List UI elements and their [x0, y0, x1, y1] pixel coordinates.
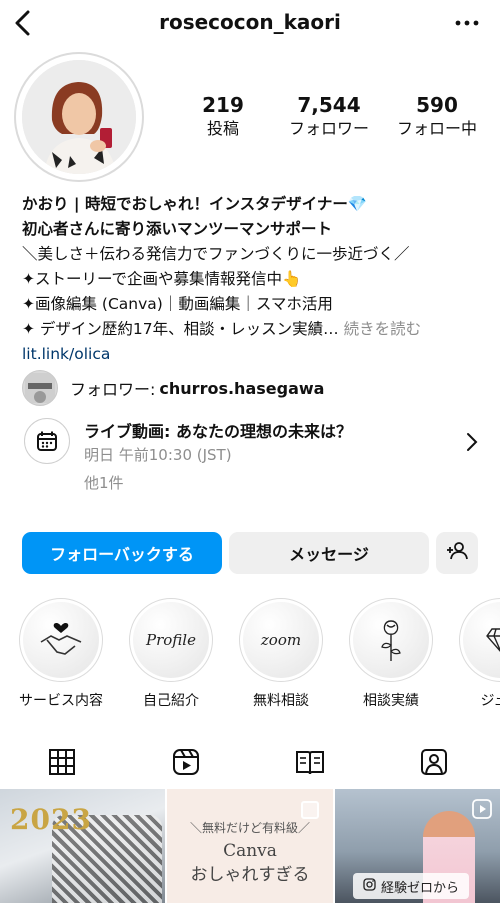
highlight-cover-text: zoom	[243, 602, 319, 678]
followers-stat[interactable]: 7,544 フォロワー	[282, 92, 376, 140]
add-user-icon	[446, 542, 468, 564]
tagged-icon[interactable]	[414, 742, 454, 782]
followed-by[interactable]: フォロワー: churros.hasegawa	[22, 370, 324, 406]
post-caption-text: 経験ゼロから	[381, 880, 460, 896]
profile-username: rosecocon_kaori	[159, 10, 341, 34]
post-thumbnail[interactable]: 経験ゼロから	[335, 789, 500, 903]
bio-link[interactable]: lit.link/olica	[22, 342, 492, 367]
post-title-text: 2023	[10, 803, 92, 836]
post-headline: Canva おしゃれすぎる	[167, 839, 333, 887]
highlight-service[interactable]: サービス内容	[16, 598, 106, 710]
instagram-icon	[363, 877, 376, 895]
follower-avatar	[22, 370, 58, 406]
follow-back-button[interactable]: フォローバックする	[22, 532, 222, 574]
highlight-label: サービス内容	[19, 693, 103, 709]
story-highlights: サービス内容 Profile 自己紹介 zoom 無料相談 相談実績 ジュエ	[0, 598, 500, 718]
post-caption: 経験ゼロから	[353, 873, 470, 899]
post-headline-line-1: Canva	[223, 841, 277, 861]
bio-line-6: ✦ デザイン歴約17年、相談・レッスン実績… 続きを読む	[22, 317, 492, 342]
followers-label: フォロワー	[288, 119, 369, 138]
highlight-cover-text: Profile	[133, 602, 209, 678]
highlight-results[interactable]: 相談実績	[346, 598, 436, 710]
post-headline-line-2: おしゃれすぎる	[190, 865, 310, 885]
handshake-icon	[23, 602, 99, 678]
event-more-count: 他1件	[84, 474, 124, 492]
event-time: 明日 午前10:30 (JST)	[84, 446, 232, 464]
more-options-icon[interactable]	[452, 10, 482, 36]
upcoming-event[interactable]: ライブ動画: あなたの理想の未来は？ 明日 午前10:30 (JST) 他1件	[22, 414, 492, 498]
post-thumbnail[interactable]: ＼無料だけど有料級／ Canva おしゃれすぎる	[167, 789, 333, 903]
message-button[interactable]: メッセージ	[229, 532, 429, 574]
rose-icon	[353, 602, 429, 678]
avatar-photo	[22, 60, 136, 174]
highlight-label: 無料相談	[253, 693, 309, 709]
highlight-consult[interactable]: zoom 無料相談	[236, 598, 326, 710]
highlight-profile[interactable]: Profile 自己紹介	[126, 598, 216, 710]
guides-icon[interactable]	[290, 742, 330, 782]
bio-name: かおり | 時短でおしゃれ！インスタデザイナー💎	[22, 195, 368, 213]
highlight-label: 相談実績	[363, 693, 419, 709]
post-grid: 2023 ＼無料だけど有料級／ Canva おしゃれすぎる 経験ゼロから	[0, 789, 500, 903]
calendar-icon	[24, 418, 70, 464]
highlight-jewel[interactable]: ジュエ	[456, 598, 500, 710]
following-stat[interactable]: 590 フォロー中	[390, 92, 484, 140]
highlight-label: ジュエ	[480, 693, 500, 709]
reels-icon[interactable]	[166, 742, 206, 782]
post-thumbnail[interactable]: 2023	[0, 789, 165, 903]
diamond-icon	[463, 602, 500, 678]
carousel-icon	[301, 801, 319, 819]
top-bar: rosecocon_kaori	[0, 0, 500, 48]
read-more-link[interactable]: 続きを読む	[344, 320, 422, 338]
profile-avatar[interactable]	[14, 52, 144, 182]
posts-count: 219	[202, 93, 244, 117]
highlight-label: 自己紹介	[143, 693, 199, 709]
following-label: フォロー中	[396, 119, 477, 138]
post-subtitle: ＼無料だけど有料級／	[189, 821, 310, 835]
posts-label: 投稿	[206, 119, 239, 138]
followed-by-name: churros.hasegawa	[159, 378, 325, 398]
event-title: ライブ動画: あなたの理想の未来は？	[84, 422, 352, 441]
reel-badge-icon	[472, 799, 492, 823]
followers-count: 7,544	[297, 93, 361, 117]
add-user-button[interactable]	[436, 532, 478, 574]
bio-line-5: ✦画像編集 (Canva)｜動画編集｜スマホ活用	[22, 295, 333, 313]
grid-icon[interactable]	[42, 742, 82, 782]
chevron-right-icon	[466, 432, 478, 456]
bio-line-2: 初心者さんに寄り添いマンツーマンサポート	[22, 220, 333, 238]
bio-line-6-text: ✦ デザイン歴約17年、相談・レッスン実績…	[22, 320, 339, 338]
followed-by-prefix: フォロワー:	[70, 380, 156, 399]
following-count: 590	[416, 93, 458, 117]
profile-bio: かおり | 時短でおしゃれ！インスタデザイナー💎 初心者さんに寄り添いマンツーマ…	[22, 192, 492, 367]
bio-line-4: ✦ストーリーで企画や募集情報発信中👆	[22, 270, 302, 288]
bio-line-3: ＼美しさ＋伝わる発信力でファンづくりに一歩近づく／	[22, 245, 410, 263]
posts-stat[interactable]: 219 投稿	[198, 92, 248, 140]
profile-tabs	[0, 738, 500, 786]
